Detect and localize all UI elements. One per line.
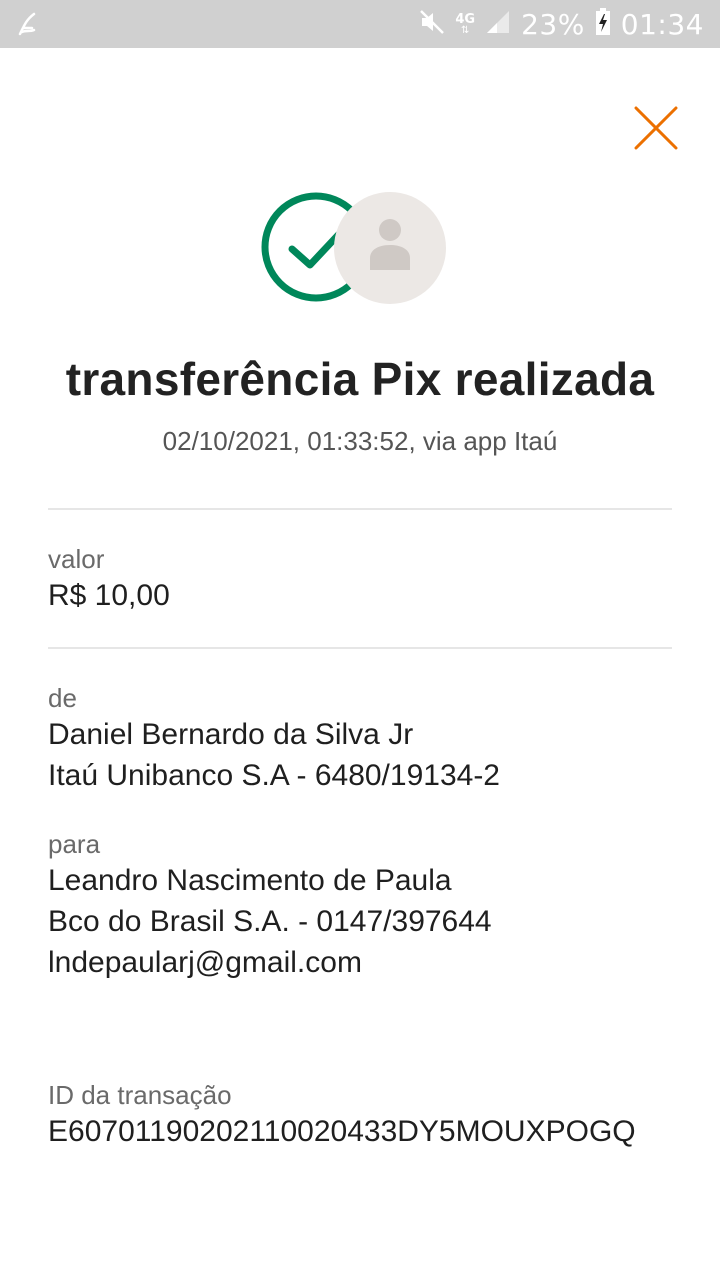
recipient-bank: Bco do Brasil S.A. - 0147/397644 <box>48 905 492 938</box>
status-bar: 4G ⇅ 23% 01:34 <box>0 0 720 48</box>
close-icon <box>634 106 678 150</box>
de-label: de <box>48 683 77 713</box>
close-button[interactable] <box>632 104 680 152</box>
recipient-pix-key: lndepaularj@gmail.com <box>48 946 362 979</box>
valor-amount: R$ 10,00 <box>48 579 170 612</box>
avatar <box>334 192 446 304</box>
network-type: 4G <box>455 11 476 27</box>
battery-charging-icon <box>595 8 611 40</box>
sender-name: Daniel Bernardo da Silva Jr <box>48 718 414 751</box>
recipient-name: Leandro Nascimento de Paula <box>48 864 452 897</box>
para-label: para <box>48 829 101 859</box>
sender-bank: Itaú Unibanco S.A - 6480/19134-2 <box>48 759 500 792</box>
transaction-id: E60701190202110020433DY5MOUXPOGQ <box>48 1115 636 1148</box>
page-title: transferência Pix realizada <box>65 353 655 405</box>
clock: 01:34 <box>620 7 704 41</box>
user-icon <box>370 219 410 270</box>
transaction-datetime: 02/10/2021, 01:33:52, via app Itaú <box>162 426 558 456</box>
data-arrows-icon: ⇅ <box>461 24 470 36</box>
transaction-id-label: ID da transação <box>48 1080 232 1110</box>
valor-label: valor <box>48 544 105 574</box>
notification-icon <box>16 10 40 38</box>
mute-icon <box>419 9 445 39</box>
signal-icon <box>485 9 511 39</box>
divider <box>48 647 672 649</box>
battery-percent: 23% <box>521 7 585 41</box>
divider <box>48 508 672 510</box>
